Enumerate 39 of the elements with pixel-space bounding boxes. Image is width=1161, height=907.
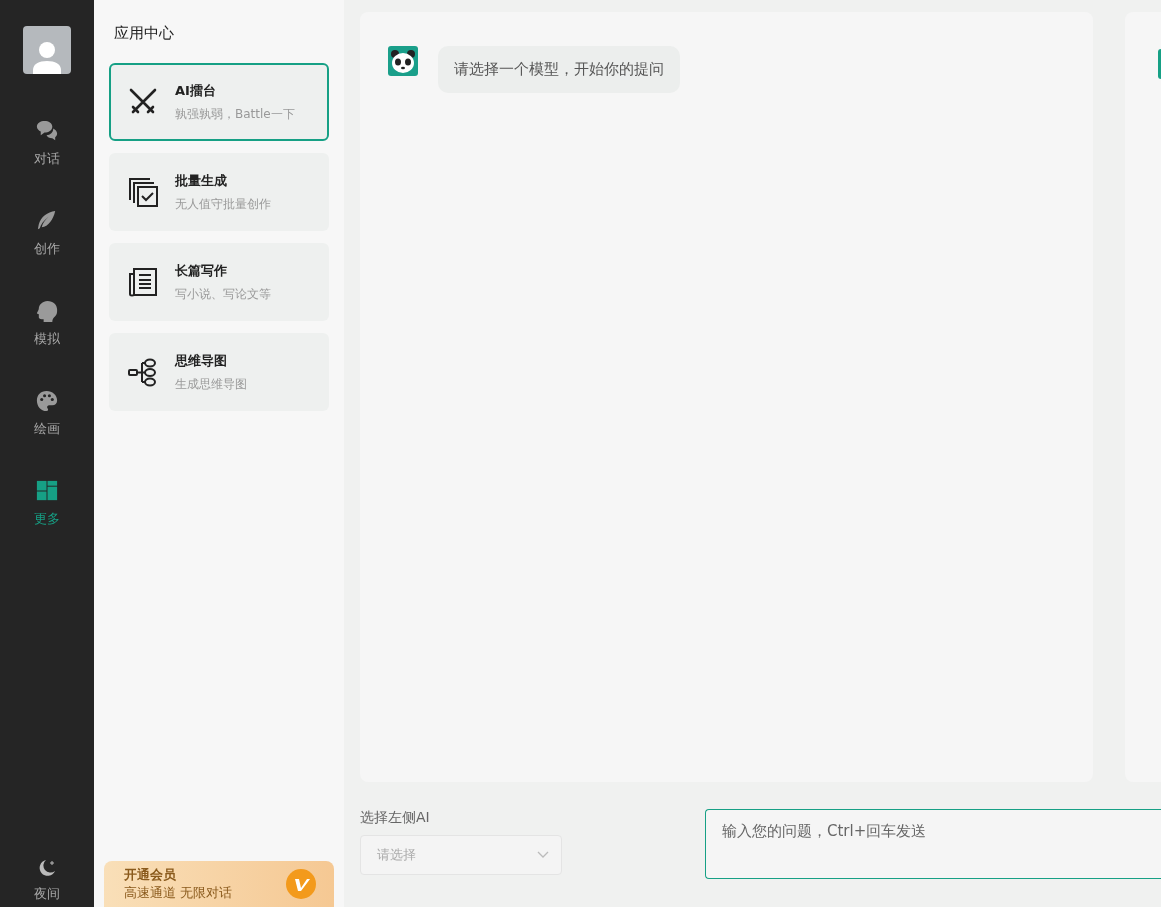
app-card[interactable]: 批量生成 无人值守批量创作 [109,153,329,231]
app-card[interactable]: 长篇写作 写小说、写论文等 [109,243,329,321]
chat-message: 请选择一个模型，开始你的提问 [438,46,680,93]
app-card[interactable]: 思维导图 生成思维导图 [109,333,329,411]
scroll-document-icon [127,266,159,298]
app-subtitle: 孰强孰弱，Battle一下 [175,105,295,123]
nav-label: 创作 [34,240,60,258]
app-title: AI擂台 [175,81,217,100]
nav-item[interactable]: 绘画 [34,388,60,478]
membership-banner[interactable]: 开通会员 高速通道 无限对话 [104,861,334,907]
panel-title: 应用中心 [114,24,175,43]
nav-item[interactable]: 更多 [34,478,60,568]
nav-label: 模拟 [34,330,60,348]
stacked-checklist-icon [127,176,159,208]
chevron-down-icon [537,851,549,859]
nav-item[interactable]: 对话 [34,118,60,208]
mind-map-icon [127,356,159,388]
nav-label: 对话 [34,150,60,168]
palette-icon [34,388,60,414]
head-profile-icon [34,298,60,324]
app-subtitle: 无人值守批量创作 [175,195,271,213]
promo-title: 开通会员 [124,866,177,884]
night-mode-label[interactable]: 夜间 [34,885,60,903]
select-label: 选择左侧AI [360,809,431,827]
app-subtitle: 写小说、写论文等 [175,285,271,303]
app-title: 思维导图 [175,351,228,370]
nav-item[interactable]: 创作 [34,208,60,298]
avatar-edge-icon [1158,49,1161,79]
question-input[interactable]: 输入您的问题，Ctrl+回车发送 [705,809,1161,879]
nav-label: 绘画 [34,420,60,438]
app-title: 批量生成 [175,171,228,190]
promo-subtitle: 高速通道 无限对话 [124,884,233,902]
panda-avatar-icon [388,46,418,76]
vip-icon [286,869,316,899]
app-title: 长篇写作 [175,261,228,280]
app-card[interactable]: AI擂台 孰强孰弱，Battle一下 [109,63,329,141]
nav-label: 更多 [34,510,60,528]
nav-item[interactable]: 模拟 [34,298,60,388]
app-subtitle: 生成思维导图 [175,375,247,393]
